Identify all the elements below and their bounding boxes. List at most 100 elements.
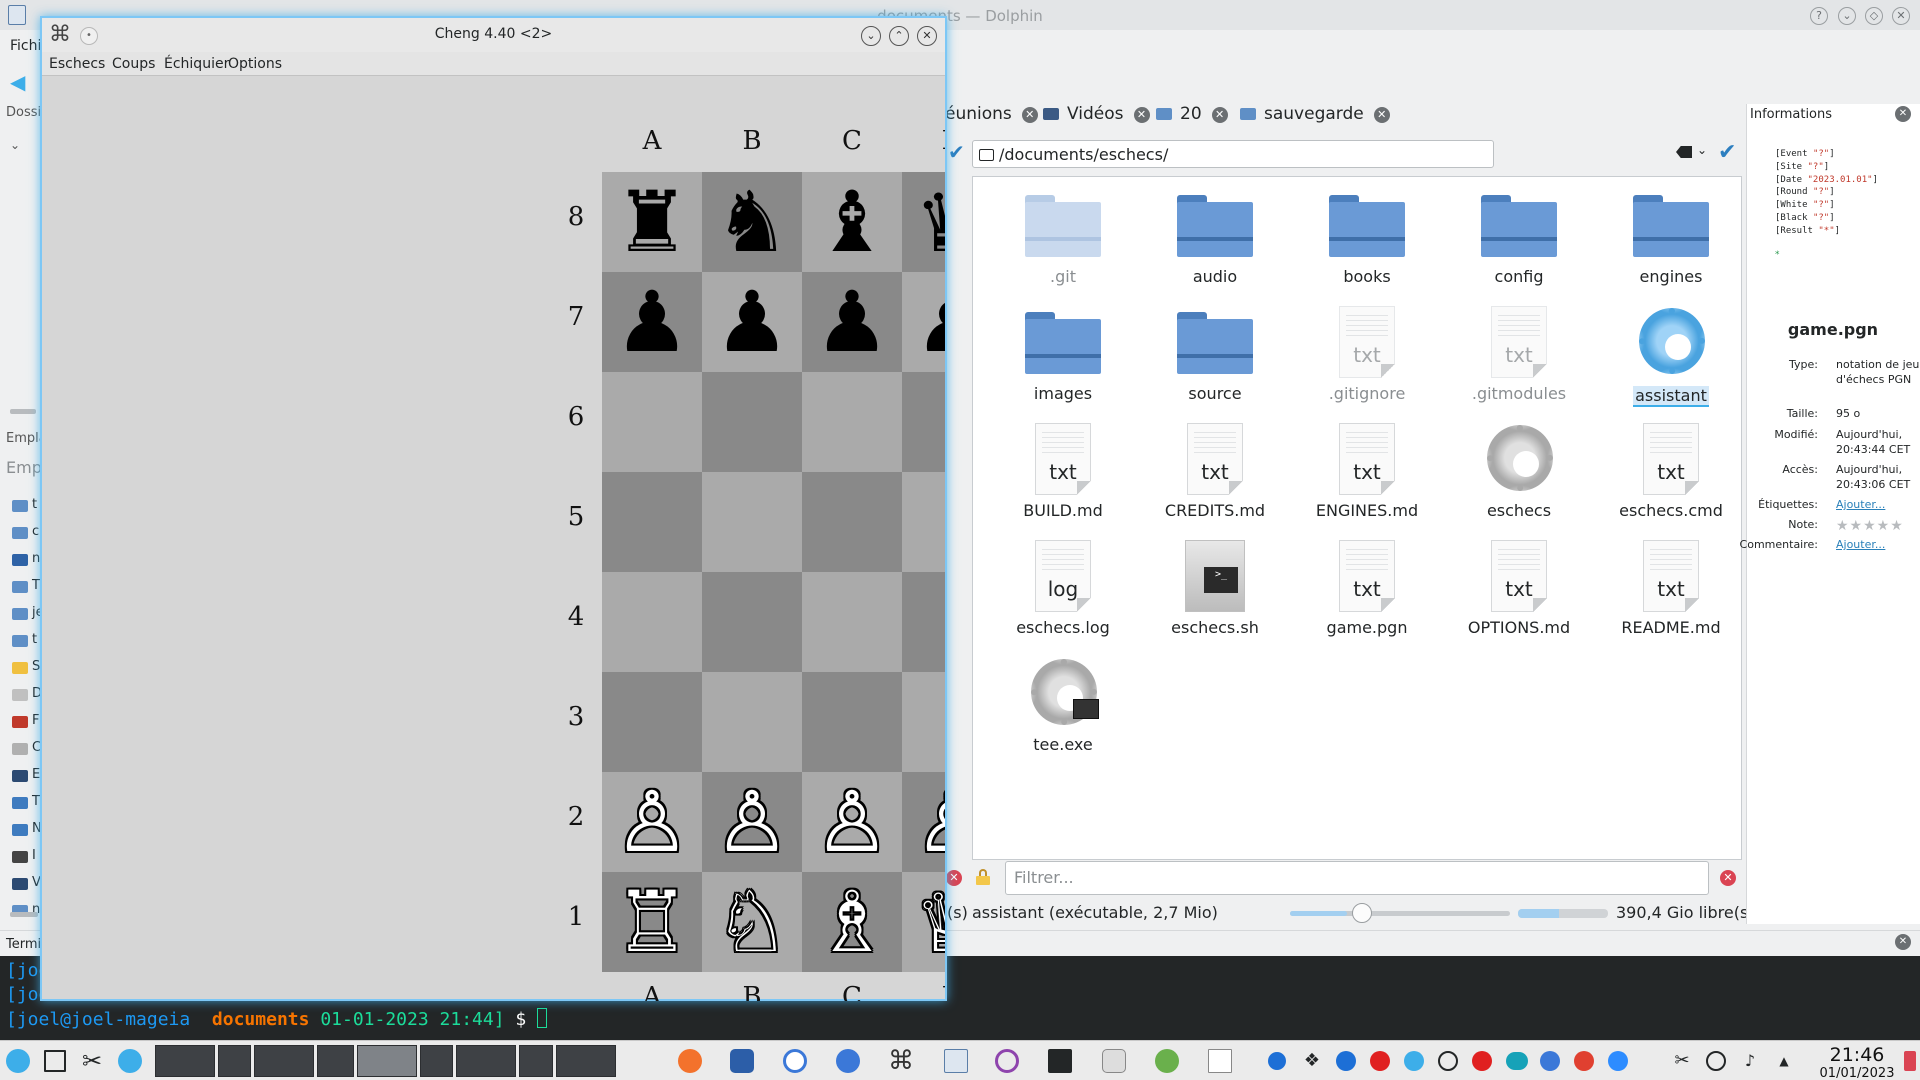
- rating-stars[interactable]: ★★★★★: [1836, 518, 1904, 534]
- places-item[interactable]: t: [12, 632, 42, 650]
- white-piece[interactable]: ♖: [614, 873, 689, 971]
- chevron-down-icon[interactable]: ⌄: [1697, 143, 1707, 157]
- maximize-icon[interactable]: ⌃: [889, 26, 909, 46]
- menu-options[interactable]: Options: [228, 56, 282, 72]
- text-editor-icon[interactable]: [1102, 1049, 1126, 1073]
- file-item[interactable]: txt .gitignore: [1297, 302, 1437, 403]
- board-square[interactable]: [602, 672, 702, 772]
- filter-box[interactable]: [1005, 861, 1709, 895]
- cheng-titlebar[interactable]: ⌘ • Cheng 4.40 <2> ⌄ ⌃ ✕: [42, 18, 945, 52]
- board-square[interactable]: ♟: [602, 272, 702, 372]
- board-square[interactable]: ♟: [702, 272, 802, 372]
- board-square[interactable]: [702, 672, 802, 772]
- file-view[interactable]: .git audio books config engines images source t…: [972, 176, 1742, 860]
- file-item[interactable]: engines: [1601, 185, 1741, 286]
- tab-close-icon[interactable]: ✕: [1021, 107, 1038, 123]
- file-item[interactable]: assistant: [1601, 302, 1741, 407]
- virtual-desktop[interactable]: [556, 1045, 616, 1077]
- places-item[interactable]: E: [12, 767, 42, 785]
- places-item[interactable]: n: [12, 551, 42, 569]
- terminal-icon[interactable]: [1048, 1049, 1072, 1073]
- menu-fichier[interactable]: Fichi: [10, 38, 41, 54]
- board-square[interactable]: [902, 472, 945, 572]
- settings-gear-icon[interactable]: [118, 1049, 142, 1073]
- virtual-desktop[interactable]: [317, 1045, 354, 1077]
- file-item[interactable]: txt CREDITS.md: [1145, 419, 1285, 520]
- tab-sauvegarde[interactable]: sauvegarde ✕: [1240, 104, 1390, 130]
- filter-input[interactable]: [1014, 862, 1694, 892]
- mail-client-icon[interactable]: [730, 1049, 754, 1073]
- black-piece[interactable]: ♟: [914, 273, 945, 371]
- file-item[interactable]: config: [1449, 185, 1589, 286]
- file-item[interactable]: txt .gitmodules: [1449, 302, 1589, 403]
- board-square[interactable]: [602, 472, 702, 572]
- location-bar[interactable]: /documents/eschecs/: [972, 140, 1494, 168]
- board-square[interactable]: [802, 572, 902, 672]
- scissors-tray-icon[interactable]: ✂: [1672, 1051, 1692, 1071]
- show-desktop-icon[interactable]: [44, 1050, 66, 1072]
- black-piece[interactable]: ♞: [714, 173, 789, 271]
- messenger-tray-icon[interactable]: [1540, 1051, 1560, 1071]
- file-item[interactable]: images: [993, 302, 1133, 403]
- places-item[interactable]: I: [12, 848, 42, 866]
- places-item[interactable]: D: [12, 686, 42, 704]
- back-arrow-icon[interactable]: ◀: [10, 70, 25, 94]
- board-square[interactable]: ♝: [802, 172, 902, 272]
- places-item[interactable]: C: [12, 740, 42, 758]
- places-item[interactable]: F: [12, 713, 42, 731]
- white-piece[interactable]: ♙: [814, 773, 889, 871]
- black-piece[interactable]: ♝: [814, 173, 889, 271]
- sync-tray-icon[interactable]: [1404, 1051, 1424, 1071]
- error-tray-icon[interactable]: [1472, 1051, 1492, 1071]
- file-item[interactable]: >_ eschecs.sh: [1145, 536, 1285, 637]
- application-launcher-icon[interactable]: [6, 1049, 30, 1073]
- black-piece[interactable]: ♜: [614, 173, 689, 271]
- zoom-slider-handle[interactable]: [1352, 903, 1372, 923]
- board-square[interactable]: [902, 372, 945, 472]
- board-square[interactable]: [702, 472, 802, 572]
- confirm-check-icon[interactable]: ✔: [948, 140, 965, 164]
- virtual-desktop[interactable]: [155, 1045, 215, 1077]
- places-search[interactable]: Emp: [6, 458, 42, 477]
- virtual-desktop[interactable]: [357, 1045, 417, 1077]
- virtual-desktop[interactable]: [420, 1045, 453, 1077]
- add-link[interactable]: Ajouter...: [1836, 497, 1920, 512]
- places-item[interactable]: T: [12, 578, 42, 596]
- places-item[interactable]: V: [12, 875, 42, 893]
- document-icon[interactable]: [1208, 1049, 1232, 1073]
- board-square[interactable]: [802, 672, 902, 772]
- places-item[interactable]: S: [12, 659, 42, 677]
- white-piece[interactable]: ♕: [914, 873, 945, 971]
- board-square[interactable]: ♙: [902, 772, 945, 872]
- panel-scrollbar[interactable]: [10, 409, 36, 414]
- black-piece[interactable]: ♟: [814, 273, 889, 371]
- clear-location-icon[interactable]: [1676, 146, 1692, 158]
- close-icon[interactable]: ✕: [1892, 7, 1910, 25]
- virtual-desktop[interactable]: [456, 1045, 516, 1077]
- board-square[interactable]: ♛: [902, 172, 945, 272]
- add-link[interactable]: Ajouter...: [1836, 537, 1920, 552]
- tab-close-icon[interactable]: ✕: [1211, 107, 1228, 123]
- eye-icon[interactable]: [995, 1049, 1019, 1073]
- file-item[interactable]: txt README.md: [1601, 536, 1741, 637]
- dropbox-tray-icon[interactable]: ❖: [1302, 1051, 1322, 1071]
- places-item[interactable]: je: [12, 605, 44, 623]
- board-square[interactable]: ♜: [602, 172, 702, 272]
- file-item[interactable]: txt eschecs.cmd: [1601, 419, 1741, 520]
- file-item[interactable]: txt OPTIONS.md: [1449, 536, 1589, 637]
- location-path[interactable]: /documents/eschecs/: [999, 145, 1168, 164]
- board-square[interactable]: ♟: [902, 272, 945, 372]
- board-square[interactable]: ♞: [702, 172, 802, 272]
- board-square[interactable]: [702, 372, 802, 472]
- accept-check-icon[interactable]: ✔: [1718, 140, 1736, 165]
- white-piece[interactable]: ♙: [914, 773, 945, 871]
- file-item[interactable]: txt BUILD.md: [993, 419, 1133, 520]
- white-piece[interactable]: ♗: [814, 873, 889, 971]
- mega-tray-icon[interactable]: [1370, 1051, 1390, 1071]
- menu-coups[interactable]: Coups: [112, 56, 155, 72]
- close-icon[interactable]: ✕: [917, 26, 937, 46]
- file-item[interactable]: source: [1145, 302, 1285, 403]
- network-tray-icon[interactable]: [1706, 1051, 1726, 1071]
- help-icon[interactable]: ?: [1810, 7, 1828, 25]
- board-square[interactable]: ♟: [802, 272, 902, 372]
